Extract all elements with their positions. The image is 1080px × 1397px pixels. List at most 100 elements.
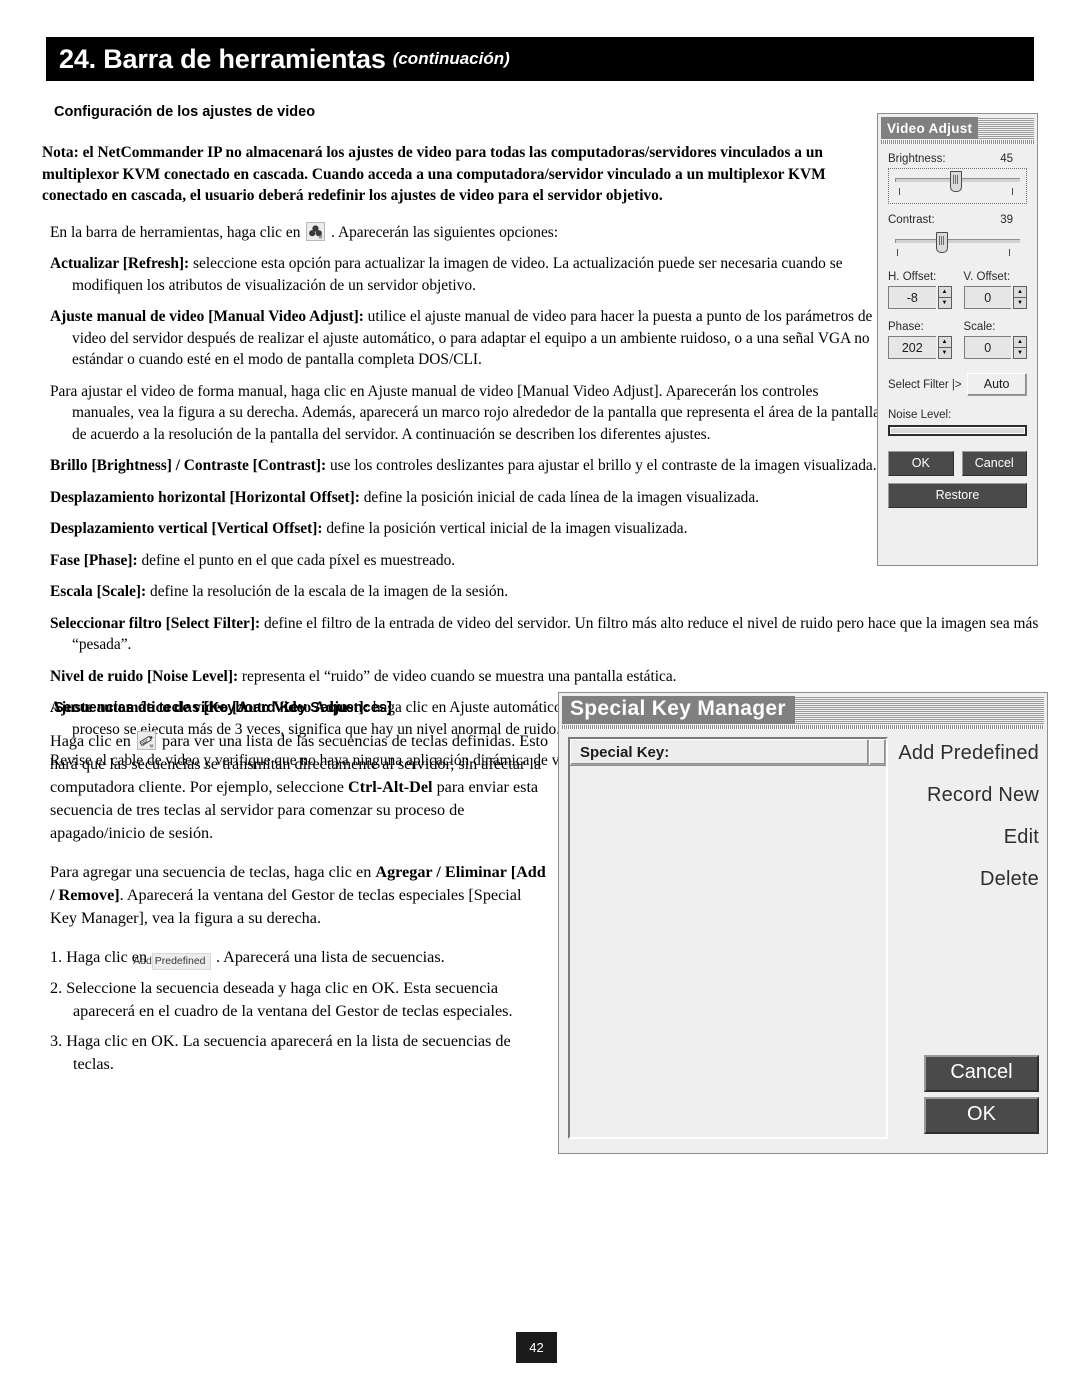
phase-up-icon[interactable]: ▲ bbox=[937, 336, 952, 348]
scale-group: Scale: 0 ▲ ▼ bbox=[963, 321, 1027, 359]
special-key-manager-ok-button[interactable]: OK bbox=[924, 1097, 1039, 1134]
offset-spinners-row: H. Offset: -8 ▲ ▼ V. Offset: 0 ▲ ▼ bbox=[888, 271, 1027, 309]
brightness-slider-frame bbox=[888, 168, 1027, 204]
keyboard-intro-before: Haga clic en bbox=[50, 732, 131, 750]
video-adjust-titlebar[interactable]: Video Adjust bbox=[881, 117, 1034, 139]
video-adjust-toolbar-icon[interactable] bbox=[306, 221, 326, 241]
h-offset-spin-buttons[interactable]: ▲ ▼ bbox=[937, 286, 952, 309]
contrast-slider-frame bbox=[888, 229, 1027, 265]
term-scale: Escala [Scale]: bbox=[50, 583, 147, 600]
brightness-row-label: Brightness: 45 bbox=[888, 153, 1027, 165]
video-adjust-cancel-button[interactable]: Cancel bbox=[961, 451, 1027, 476]
noise-level-label: Noise Level: bbox=[888, 409, 952, 421]
video-adjust-restore-button[interactable]: Restore bbox=[888, 483, 1027, 508]
step-2-number: 2. bbox=[50, 979, 63, 997]
noise-level-bar bbox=[888, 425, 1027, 436]
toolbar-intro-after: . Aparecerán las siguientes opciones: bbox=[331, 223, 559, 241]
list-item: 3. Haga clic en OK. La secuencia aparece… bbox=[50, 1030, 550, 1076]
v-offset-group: V. Offset: 0 ▲ ▼ bbox=[963, 271, 1027, 309]
edit-button[interactable]: Edit bbox=[1004, 826, 1039, 849]
term-refresh: Actualizar [Refresh]: bbox=[50, 255, 190, 272]
h-offset-value[interactable]: -8 bbox=[888, 286, 936, 309]
brightness-label: Brightness: bbox=[888, 153, 946, 165]
column-resize-handle[interactable] bbox=[869, 739, 887, 765]
delete-button[interactable]: Delete bbox=[980, 868, 1039, 891]
list-item-brightness-contrast: Brillo [Brightness] / Contraste [Contras… bbox=[50, 455, 882, 477]
add-predefined-button[interactable]: Add Predefined bbox=[898, 742, 1039, 765]
paragraph-manual-adjust-details: Para ajustar el video de forma manual, h… bbox=[50, 381, 882, 446]
add-remove-a: Para agregar una secuencia de teclas, ha… bbox=[50, 863, 376, 881]
contrast-label: Contrast: bbox=[888, 214, 935, 226]
special-key-manager-titlebar[interactable]: Special Key Manager bbox=[562, 696, 1044, 724]
add-predefined-inline-button[interactable]: Add Predefined bbox=[133, 953, 211, 970]
list-item-phase: Fase [Phase]: define el punto en el que … bbox=[50, 550, 882, 572]
page-header-bar: 24. Barra de herramientas (continuación) bbox=[46, 37, 1034, 81]
term-horizontal-offset: Desplazamiento horizontal [Horizontal Of… bbox=[50, 488, 360, 506]
v-offset-up-icon[interactable]: ▲ bbox=[1013, 286, 1027, 298]
video-adjust-body: Brightness: 45 Contrast: 39 H. Offset: -… bbox=[878, 144, 1037, 508]
toolbar-intro-before: En la barra de herramientas, haga clic e… bbox=[50, 223, 301, 241]
desc-vertical-offset: define la posición vertical inicial de l… bbox=[322, 520, 688, 537]
special-key-list-area[interactable] bbox=[570, 766, 887, 1137]
h-offset-up-icon[interactable]: ▲ bbox=[937, 286, 952, 298]
special-key-manager-title: Special Key Manager bbox=[562, 696, 795, 724]
scale-up-icon[interactable]: ▲ bbox=[1013, 336, 1027, 348]
phase-value[interactable]: 202 bbox=[888, 336, 936, 359]
phase-label: Phase: bbox=[888, 321, 924, 333]
special-key-list-header: Special Key: bbox=[570, 739, 887, 766]
v-offset-down-icon[interactable]: ▼ bbox=[1013, 298, 1027, 309]
phase-group: Phase: 202 ▲ ▼ bbox=[888, 321, 952, 359]
term-brightness-contrast: Brillo [Brightness] / Contraste [Contras… bbox=[50, 457, 327, 474]
special-key-manager-cancel-button[interactable]: Cancel bbox=[924, 1055, 1039, 1092]
special-key-manager-body: Special Key: Add Predefined Record New E… bbox=[559, 729, 1047, 1149]
contrast-slider-track[interactable] bbox=[893, 232, 1022, 253]
v-offset-spin-buttons[interactable]: ▲ ▼ bbox=[1013, 286, 1027, 309]
special-key-actions-panel: Add Predefined Record New Edit Delete Ca… bbox=[888, 737, 1039, 1139]
step-1-after: . Aparecerá una lista de secuencias. bbox=[215, 948, 445, 966]
h-offset-group: H. Offset: -8 ▲ ▼ bbox=[888, 271, 952, 309]
list-item: 1. Haga clic en Add Predefined . Aparece… bbox=[50, 946, 550, 970]
contrast-tickmarks bbox=[893, 249, 1022, 258]
desc-noise-level: representa el “ruido” de video cuando se… bbox=[238, 667, 677, 685]
term-select-filter: Seleccionar filtro [Select Filter]: bbox=[50, 614, 261, 632]
scale-down-icon[interactable]: ▼ bbox=[1013, 348, 1027, 359]
select-filter-row: Select Filter |> Auto bbox=[888, 373, 1027, 396]
section-heading-keyboard-key-sequences: Secuencias de teclas [Keyboard Key Seque… bbox=[54, 700, 392, 716]
contrast-row-label: Contrast: 39 bbox=[888, 214, 1027, 226]
v-offset-stepper[interactable]: 0 ▲ ▼ bbox=[963, 286, 1027, 309]
page-number-badge: 42 bbox=[516, 1332, 557, 1363]
scale-stepper[interactable]: 0 ▲ ▼ bbox=[963, 336, 1027, 359]
record-new-button[interactable]: Record New bbox=[927, 784, 1039, 807]
contrast-value: 39 bbox=[1000, 214, 1013, 226]
video-adjust-title: Video Adjust bbox=[881, 117, 979, 139]
keyboard-intro-paragraph: Haga clic en para ver una lista de las s… bbox=[50, 730, 550, 845]
h-offset-label: H. Offset: bbox=[888, 271, 937, 283]
special-key-manager-footer-buttons: Cancel OK bbox=[924, 1055, 1039, 1139]
scale-label: Scale: bbox=[963, 321, 996, 333]
add-remove-paragraph: Para agregar una secuencia de teclas, ha… bbox=[50, 861, 550, 930]
v-offset-value[interactable]: 0 bbox=[963, 286, 1011, 309]
video-adjust-ok-button[interactable]: OK bbox=[888, 451, 954, 476]
scale-spin-buttons[interactable]: ▲ ▼ bbox=[1013, 336, 1027, 359]
brightness-slider-track[interactable] bbox=[893, 171, 1022, 192]
desc-horizontal-offset: define la posición inicial de cada línea… bbox=[359, 488, 760, 506]
term-manual-video-adjust: Ajuste manual de video [Manual Video Adj… bbox=[50, 308, 364, 325]
special-key-list-panel[interactable]: Special Key: bbox=[568, 737, 889, 1139]
brightness-value: 45 bbox=[1000, 153, 1013, 165]
phase-spin-buttons[interactable]: ▲ ▼ bbox=[937, 336, 952, 359]
phase-stepper[interactable]: 202 ▲ ▼ bbox=[888, 336, 952, 359]
keyboard-toolbar-icon[interactable] bbox=[136, 731, 156, 750]
list-item-noise-level: Nivel de ruido [Noise Level]: representa… bbox=[50, 666, 1040, 688]
h-offset-down-icon[interactable]: ▼ bbox=[937, 298, 952, 309]
phase-down-icon[interactable]: ▼ bbox=[937, 348, 952, 359]
h-offset-stepper[interactable]: -8 ▲ ▼ bbox=[888, 286, 952, 309]
special-key-column-header[interactable]: Special Key: bbox=[570, 739, 870, 765]
page-title: 24. Barra de herramientas bbox=[59, 43, 386, 74]
video-adjust-dialog: Video Adjust Brightness: 45 Contrast: 39 bbox=[877, 113, 1038, 566]
keyboard-key-sequences-section: Secuencias de teclas [Keyboard Key Seque… bbox=[50, 700, 550, 1083]
select-filter-button[interactable]: Auto bbox=[966, 373, 1027, 396]
toolbar-intro-paragraph: En la barra de herramientas, haga clic e… bbox=[50, 221, 882, 244]
scale-value[interactable]: 0 bbox=[963, 336, 1011, 359]
add-remove-b: . Aparecerá la ventana del Gestor de tec… bbox=[50, 886, 522, 927]
list-item-select-filter: Seleccionar filtro [Select Filter]: defi… bbox=[50, 613, 1040, 656]
